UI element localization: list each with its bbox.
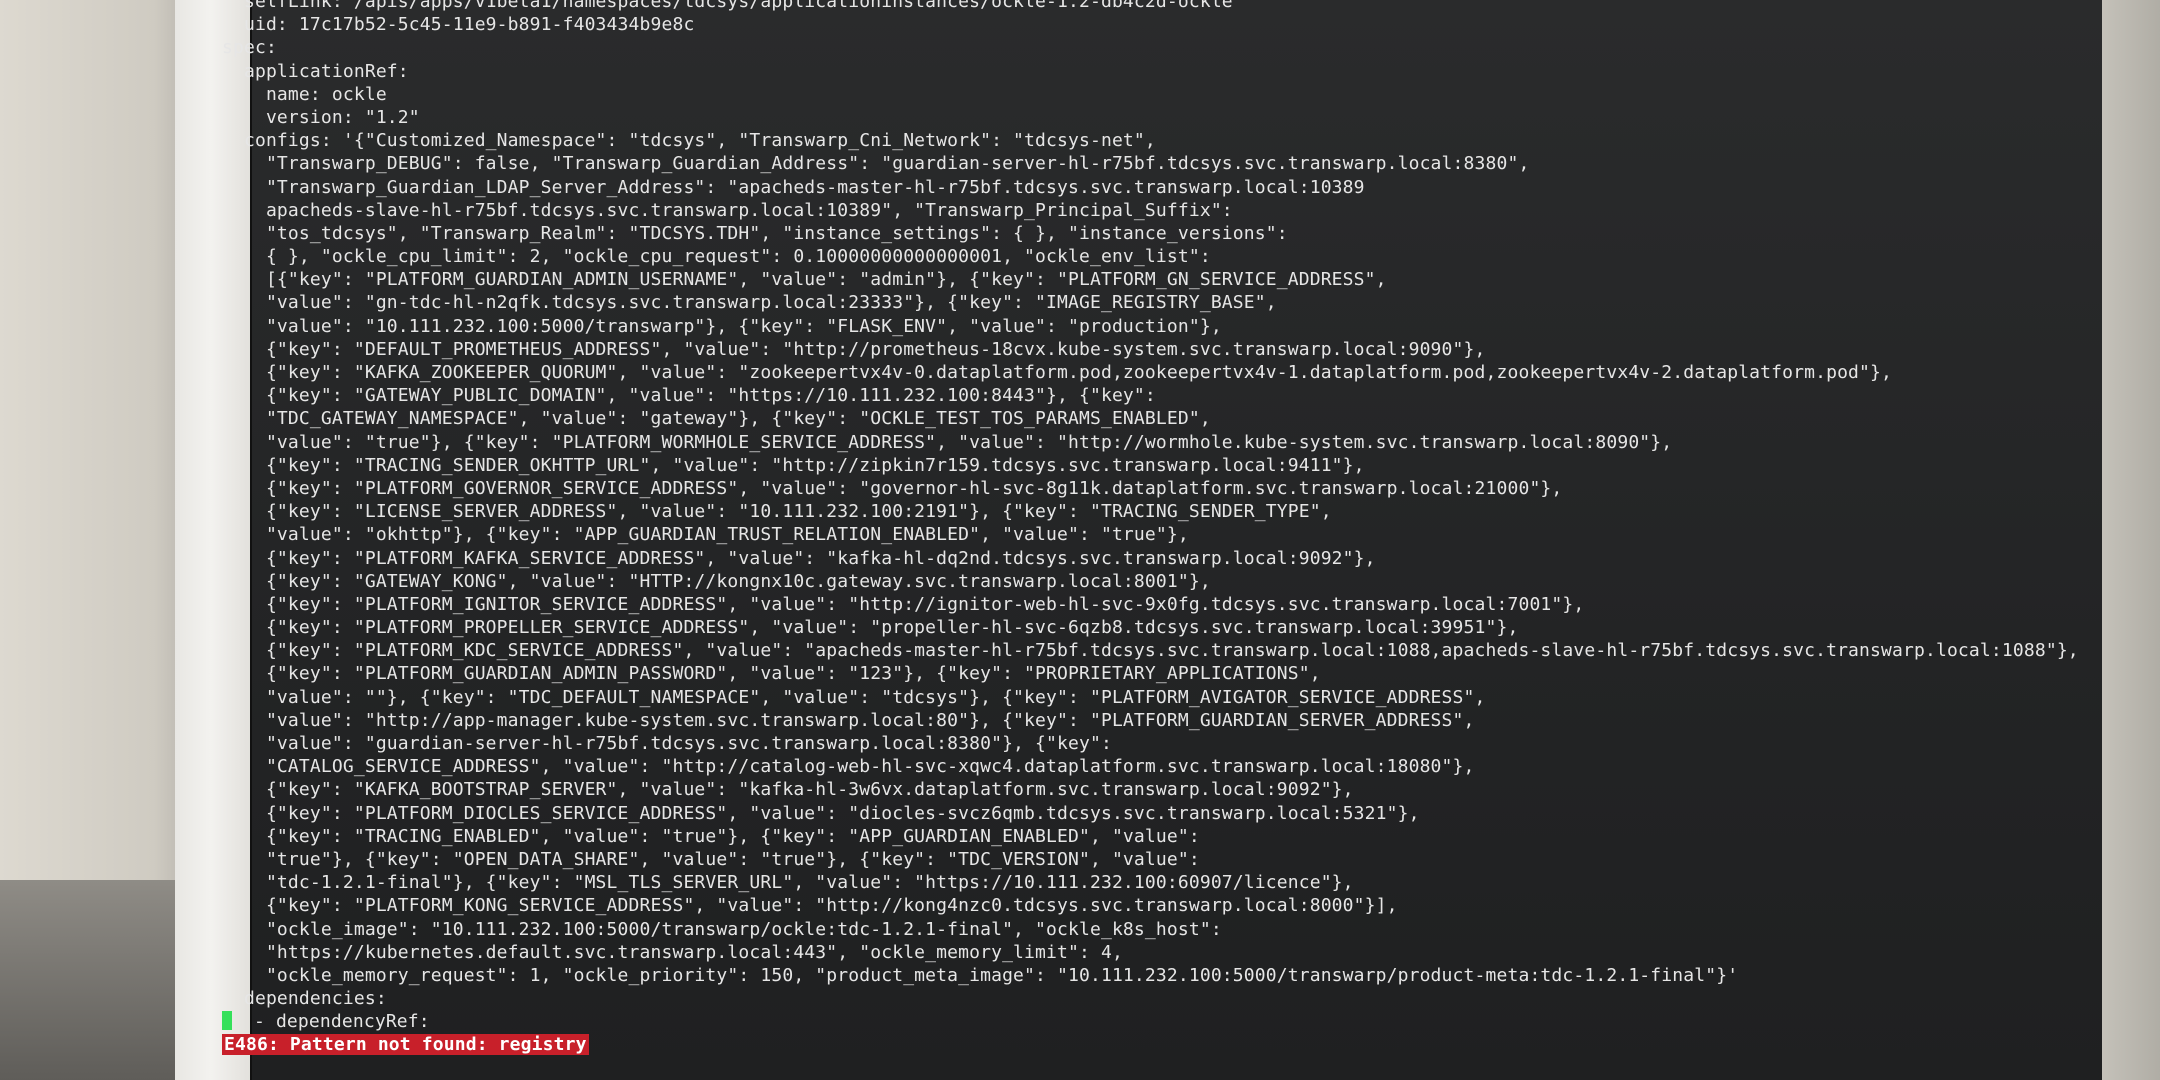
terminal-line: "Transwarp_Guardian_LDAP_Server_Address"… bbox=[222, 176, 1365, 198]
terminal-line: "value": "http://app-manager.kube-system… bbox=[222, 709, 1475, 731]
terminal-line: {"key": "PLATFORM_GUARDIAN_ADMIN_PASSWOR… bbox=[222, 663, 1321, 685]
text-cursor bbox=[222, 1011, 232, 1031]
terminal-line: configs: '{"Customized_Namespace": "tdcs… bbox=[222, 130, 1156, 152]
terminal-line: "ockle_image": "10.111.232.100:5000/tran… bbox=[222, 918, 1222, 940]
terminal-line: {"key": "TRACING_ENABLED", "value": "tru… bbox=[222, 825, 1200, 847]
terminal-line: [{"key": "PLATFORM_GUARDIAN_ADMIN_USERNA… bbox=[222, 269, 1387, 291]
terminal-line: applicationRef: bbox=[222, 60, 409, 82]
terminal-line: "ockle_memory_request": 1, "ockle_priori… bbox=[222, 964, 1739, 986]
terminal-line: "tdc-1.2.1-final"}, {"key": "MSL_TLS_SER… bbox=[222, 872, 1354, 894]
terminal-line: {"key": "PLATFORM_KAFKA_SERVICE_ADDRESS"… bbox=[222, 547, 1376, 569]
vim-status-line: E486: Pattern not found: registry bbox=[222, 1033, 2062, 1056]
terminal-line: uid: 17c17b52-5c45-11e9-b891-f403434b9e8… bbox=[222, 14, 695, 36]
terminal-line: selfLink: /apis/apps/v1beta1/namespaces/… bbox=[222, 0, 1233, 12]
terminal-line: {"key": "GATEWAY_PUBLIC_DOMAIN", "value"… bbox=[222, 385, 1156, 407]
terminal-line: {"key": "KAFKA_BOOTSTRAP_SERVER", "value… bbox=[222, 779, 1354, 801]
terminal-line: dependencies: bbox=[222, 988, 387, 1010]
terminal-line: "value": "10.111.232.100:5000/transwarp"… bbox=[222, 315, 1222, 337]
terminal-line: {"key": "PLATFORM_GOVERNOR_SERVICE_ADDRE… bbox=[222, 477, 1563, 499]
terminal-line: {"key": "PLATFORM_IGNITOR_SERVICE_ADDRES… bbox=[222, 593, 1585, 615]
cursor-line-text: - dependencyRef: bbox=[232, 1011, 430, 1033]
terminal-line: "value": ""}, {"key": "TDC_DEFAULT_NAMES… bbox=[222, 686, 1486, 708]
terminal-line: {"key": "PLATFORM_KDC_SERVICE_ADDRESS", … bbox=[222, 640, 2079, 662]
terminal-line: "true"}, {"key": "OPEN_DATA_SHARE", "val… bbox=[222, 848, 1200, 870]
terminal-line: {"key": "KAFKA_ZOOKEEPER_QUORUM", "value… bbox=[222, 362, 1893, 383]
terminal-line: {"key": "GATEWAY_KONG", "value": "HTTP:/… bbox=[222, 570, 1211, 592]
terminal-line: name: ockle bbox=[222, 83, 387, 105]
terminal-output[interactable]: selfLink: /apis/apps/v1beta1/namespaces/… bbox=[222, 0, 2079, 1057]
terminal-line: {"key": "DEFAULT_PROMETHEUS_ADDRESS", "v… bbox=[222, 338, 1486, 360]
terminal-line: "TDC_GATEWAY_NAMESPACE", "value": "gatew… bbox=[222, 408, 1211, 430]
terminal-line: "value": "okhttp"}, {"key": "APP_GUARDIA… bbox=[222, 524, 1189, 546]
terminal-line: "value": "guardian-server-hl-r75bf.tdcsy… bbox=[222, 733, 1112, 754]
cursor-line: - dependencyRef: bbox=[222, 1010, 2062, 1033]
error-message: E486: Pattern not found: registry bbox=[222, 1034, 589, 1056]
terminal-line: apacheds-slave-hl-r75bf.tdcsys.svc.trans… bbox=[222, 199, 1233, 221]
terminal-line: version: "1.2" bbox=[222, 106, 420, 128]
terminal-line: "Transwarp_DEBUG": false, "Transwarp_Gua… bbox=[222, 153, 1530, 175]
terminal-line: {"key": "PLATFORM_KONG_SERVICE_ADDRESS",… bbox=[222, 895, 1398, 917]
terminal-line: {"key": "PLATFORM_PROPELLER_SERVICE_ADDR… bbox=[222, 617, 1519, 639]
terminal-line: {"key": "LICENSE_SERVER_ADDRESS", "value… bbox=[222, 501, 1332, 523]
terminal-line: {"key": "PLATFORM_DIOCLES_SERVICE_ADDRES… bbox=[222, 802, 1420, 824]
terminal-line: { }, "ockle_cpu_limit": 2, "ockle_cpu_re… bbox=[222, 246, 1211, 268]
terminal-line: "CATALOG_SERVICE_ADDRESS", "value": "htt… bbox=[222, 756, 1475, 778]
terminal-line: "https://kubernetes.default.svc.transwar… bbox=[222, 941, 1123, 963]
terminal-line: {"key": "TRACING_SENDER_OKHTTP_URL", "va… bbox=[222, 454, 1365, 476]
terminal-line: spec: bbox=[222, 37, 277, 59]
terminal-line: "tos_tdcsys", "Transwarp_Realm": "TDCSYS… bbox=[222, 222, 1288, 244]
terminal-line: "value": "gn-tdc-hl-n2qfk.tdcsys.svc.tra… bbox=[222, 292, 1277, 314]
terminal-line: "value": "true"}, {"key": "PLATFORM_WORM… bbox=[222, 431, 1673, 453]
